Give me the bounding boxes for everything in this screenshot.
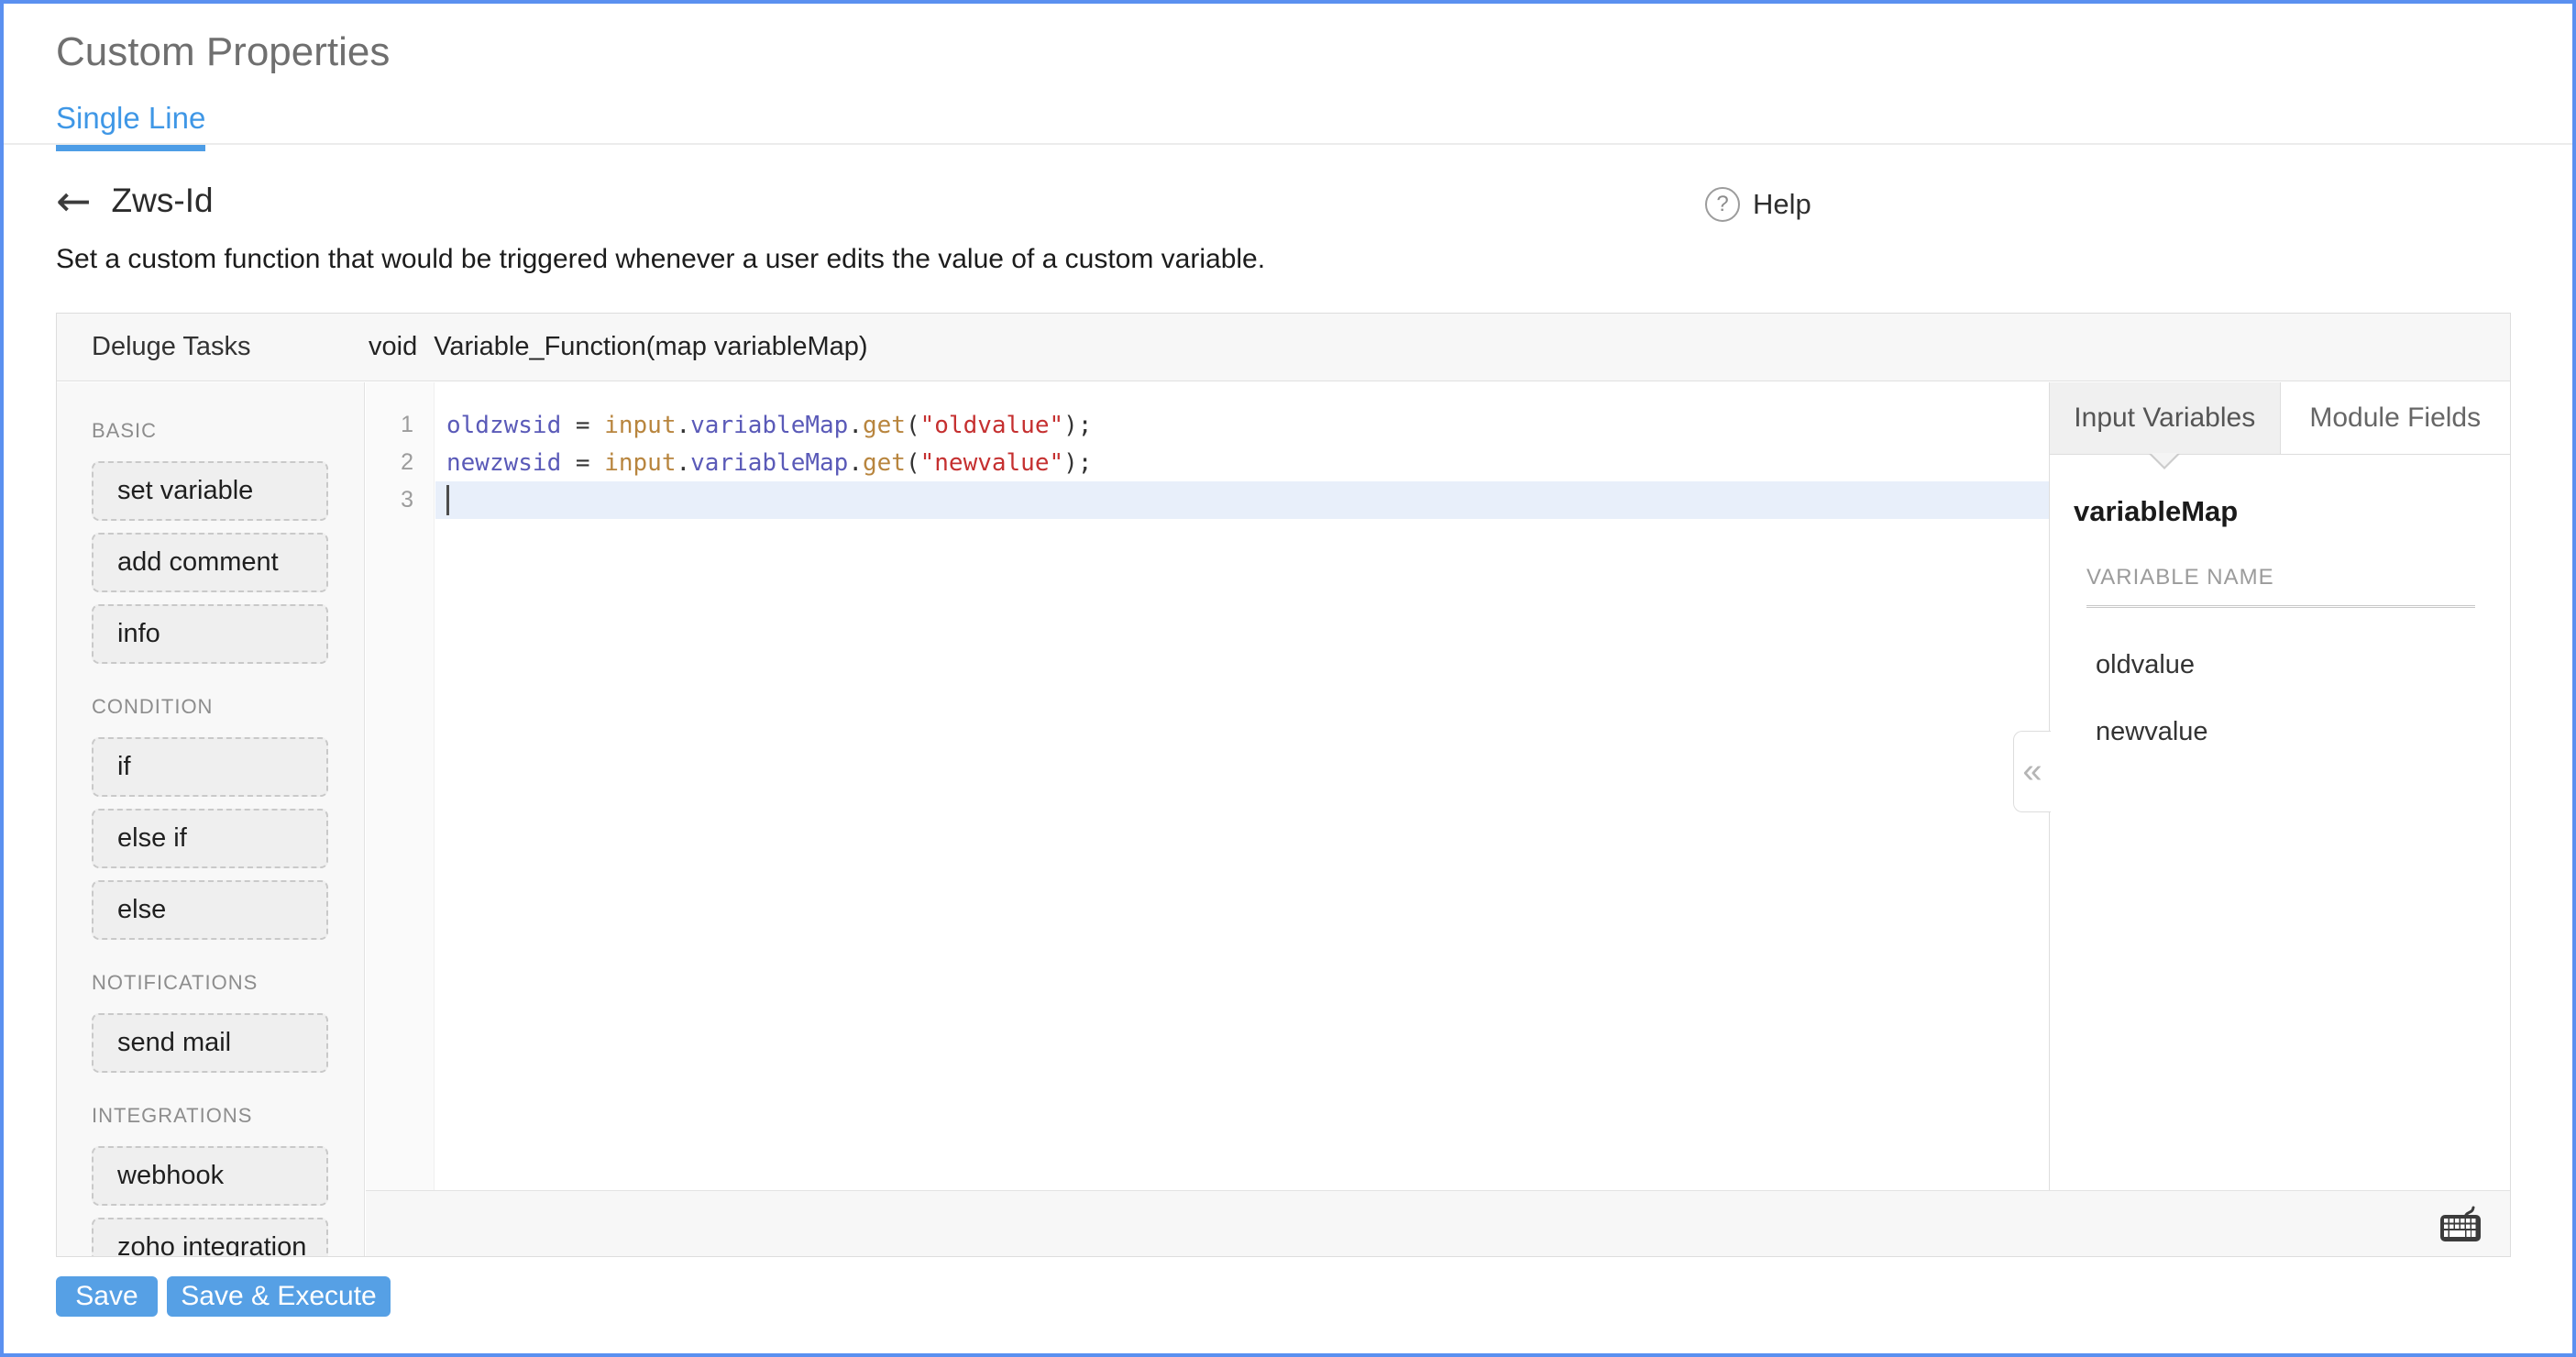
code-token: input [604,449,676,477]
editor-bottom-bar [366,1190,2510,1256]
tab-input-variables[interactable]: Input Variables [2050,382,2281,454]
section-label: BASIC [92,419,364,443]
variable-name-column-header: VARIABLE NAME [2086,565,2475,608]
tab-module-fields[interactable]: Module Fields [2281,382,2511,454]
deluge-tasks-sidebar: BASIC set variable add comment info CONDITIO… [57,382,365,1256]
back-arrow-icon[interactable]: ← [56,180,92,222]
save-button[interactable]: Save [56,1276,158,1317]
code-editor[interactable]: 1oldzwsid = input.variableMap.get("oldva… [366,382,2049,1190]
code-token: variableMap [690,412,848,439]
deluge-tasks-title: Deluge Tasks [92,332,251,362]
code-token: newzwsid [446,449,561,477]
code-line[interactable]: 3 [366,481,2049,519]
editor-header: Deluge Tasks void Variable_Function(map … [57,314,2510,381]
code-token: ); [1063,449,1092,477]
function-title: Zws-Id [112,182,214,220]
variables-panel-tabs: Input VariablesModule Fields [2050,382,2510,455]
code-line[interactable]: 1oldzwsid = input.variableMap.get("oldva… [366,406,2049,444]
line-number: 2 [366,449,435,476]
code-token: input [604,412,676,439]
code-token: oldzwsid [446,412,561,439]
code-token: ( [906,412,920,439]
function-signature: void Variable_Function(map variableMap) [369,332,868,362]
code-token: . [848,412,863,439]
code-token: get [863,449,906,477]
signature-return-type: void [369,332,417,362]
task-button-info[interactable]: info [92,604,328,664]
page-description: Set a custom function that would be trig… [56,244,1265,275]
collapse-panel-button[interactable]: « [2013,731,2051,812]
variables-panel: Input VariablesModule Fields variableMap… [2049,382,2510,1190]
tab-single-line[interactable]: Single Line [56,101,205,151]
code-line[interactable]: 2newzwsid = input.variableMap.get("newva… [366,444,2049,481]
task-button-set-variable[interactable]: set variable [92,461,328,521]
code-token: . [848,449,863,477]
section-label: NOTIFICATIONS [92,971,364,995]
task-button-else[interactable]: else [92,880,328,940]
code-token: ( [906,449,920,477]
task-button-if[interactable]: if [92,737,328,797]
variable-map-name: variableMap [2074,495,2510,528]
header-divider [4,143,2572,145]
help-label: Help [1753,188,1811,221]
code-token: = [561,449,604,477]
section-label: INTEGRATIONS [92,1104,364,1128]
task-button-add-comment[interactable]: add comment [92,533,328,592]
code-token: variableMap [690,449,848,477]
section-label: CONDITION [92,695,364,719]
code-token: = [561,412,604,439]
code-token: get [863,412,906,439]
keyboard-shortcuts-icon[interactable] [2438,1205,2482,1243]
page-title: Custom Properties [56,29,390,75]
code-text[interactable] [435,481,2049,519]
deluge-editor-container: Deluge Tasks void Variable_Function(map … [56,313,2511,1257]
breadcrumb: ← Zws-Id [56,180,214,222]
task-button-send-mail[interactable]: send mail [92,1013,328,1073]
signature-name: Variable_Function(map variableMap) [434,332,867,362]
code-text[interactable]: oldzwsid = input.variableMap.get("oldval… [435,406,2049,444]
code-text[interactable]: newzwsid = input.variableMap.get("newval… [435,444,2049,481]
code-token: ); [1063,412,1092,439]
save-and-execute-button[interactable]: Save & Execute [167,1276,391,1317]
variable-row-newvalue[interactable]: newvalue [2096,717,2510,747]
line-number: 3 [366,487,435,513]
text-cursor [446,485,449,515]
code-token: "oldvalue" [920,412,1064,439]
code-token: "newvalue" [920,449,1064,477]
task-button-else-if[interactable]: else if [92,809,328,868]
variable-row-oldvalue[interactable]: oldvalue [2096,650,2510,680]
help-button[interactable]: ? Help [1705,187,1811,222]
help-icon: ? [1705,187,1740,222]
code-token: . [676,412,690,439]
footer-actions: Save Save & Execute [56,1276,391,1317]
line-number: 1 [366,412,435,438]
task-button-zoho-integration[interactable]: zoho integration [92,1218,328,1256]
task-button-webhook[interactable]: webhook [92,1146,328,1206]
code-token: . [676,449,690,477]
